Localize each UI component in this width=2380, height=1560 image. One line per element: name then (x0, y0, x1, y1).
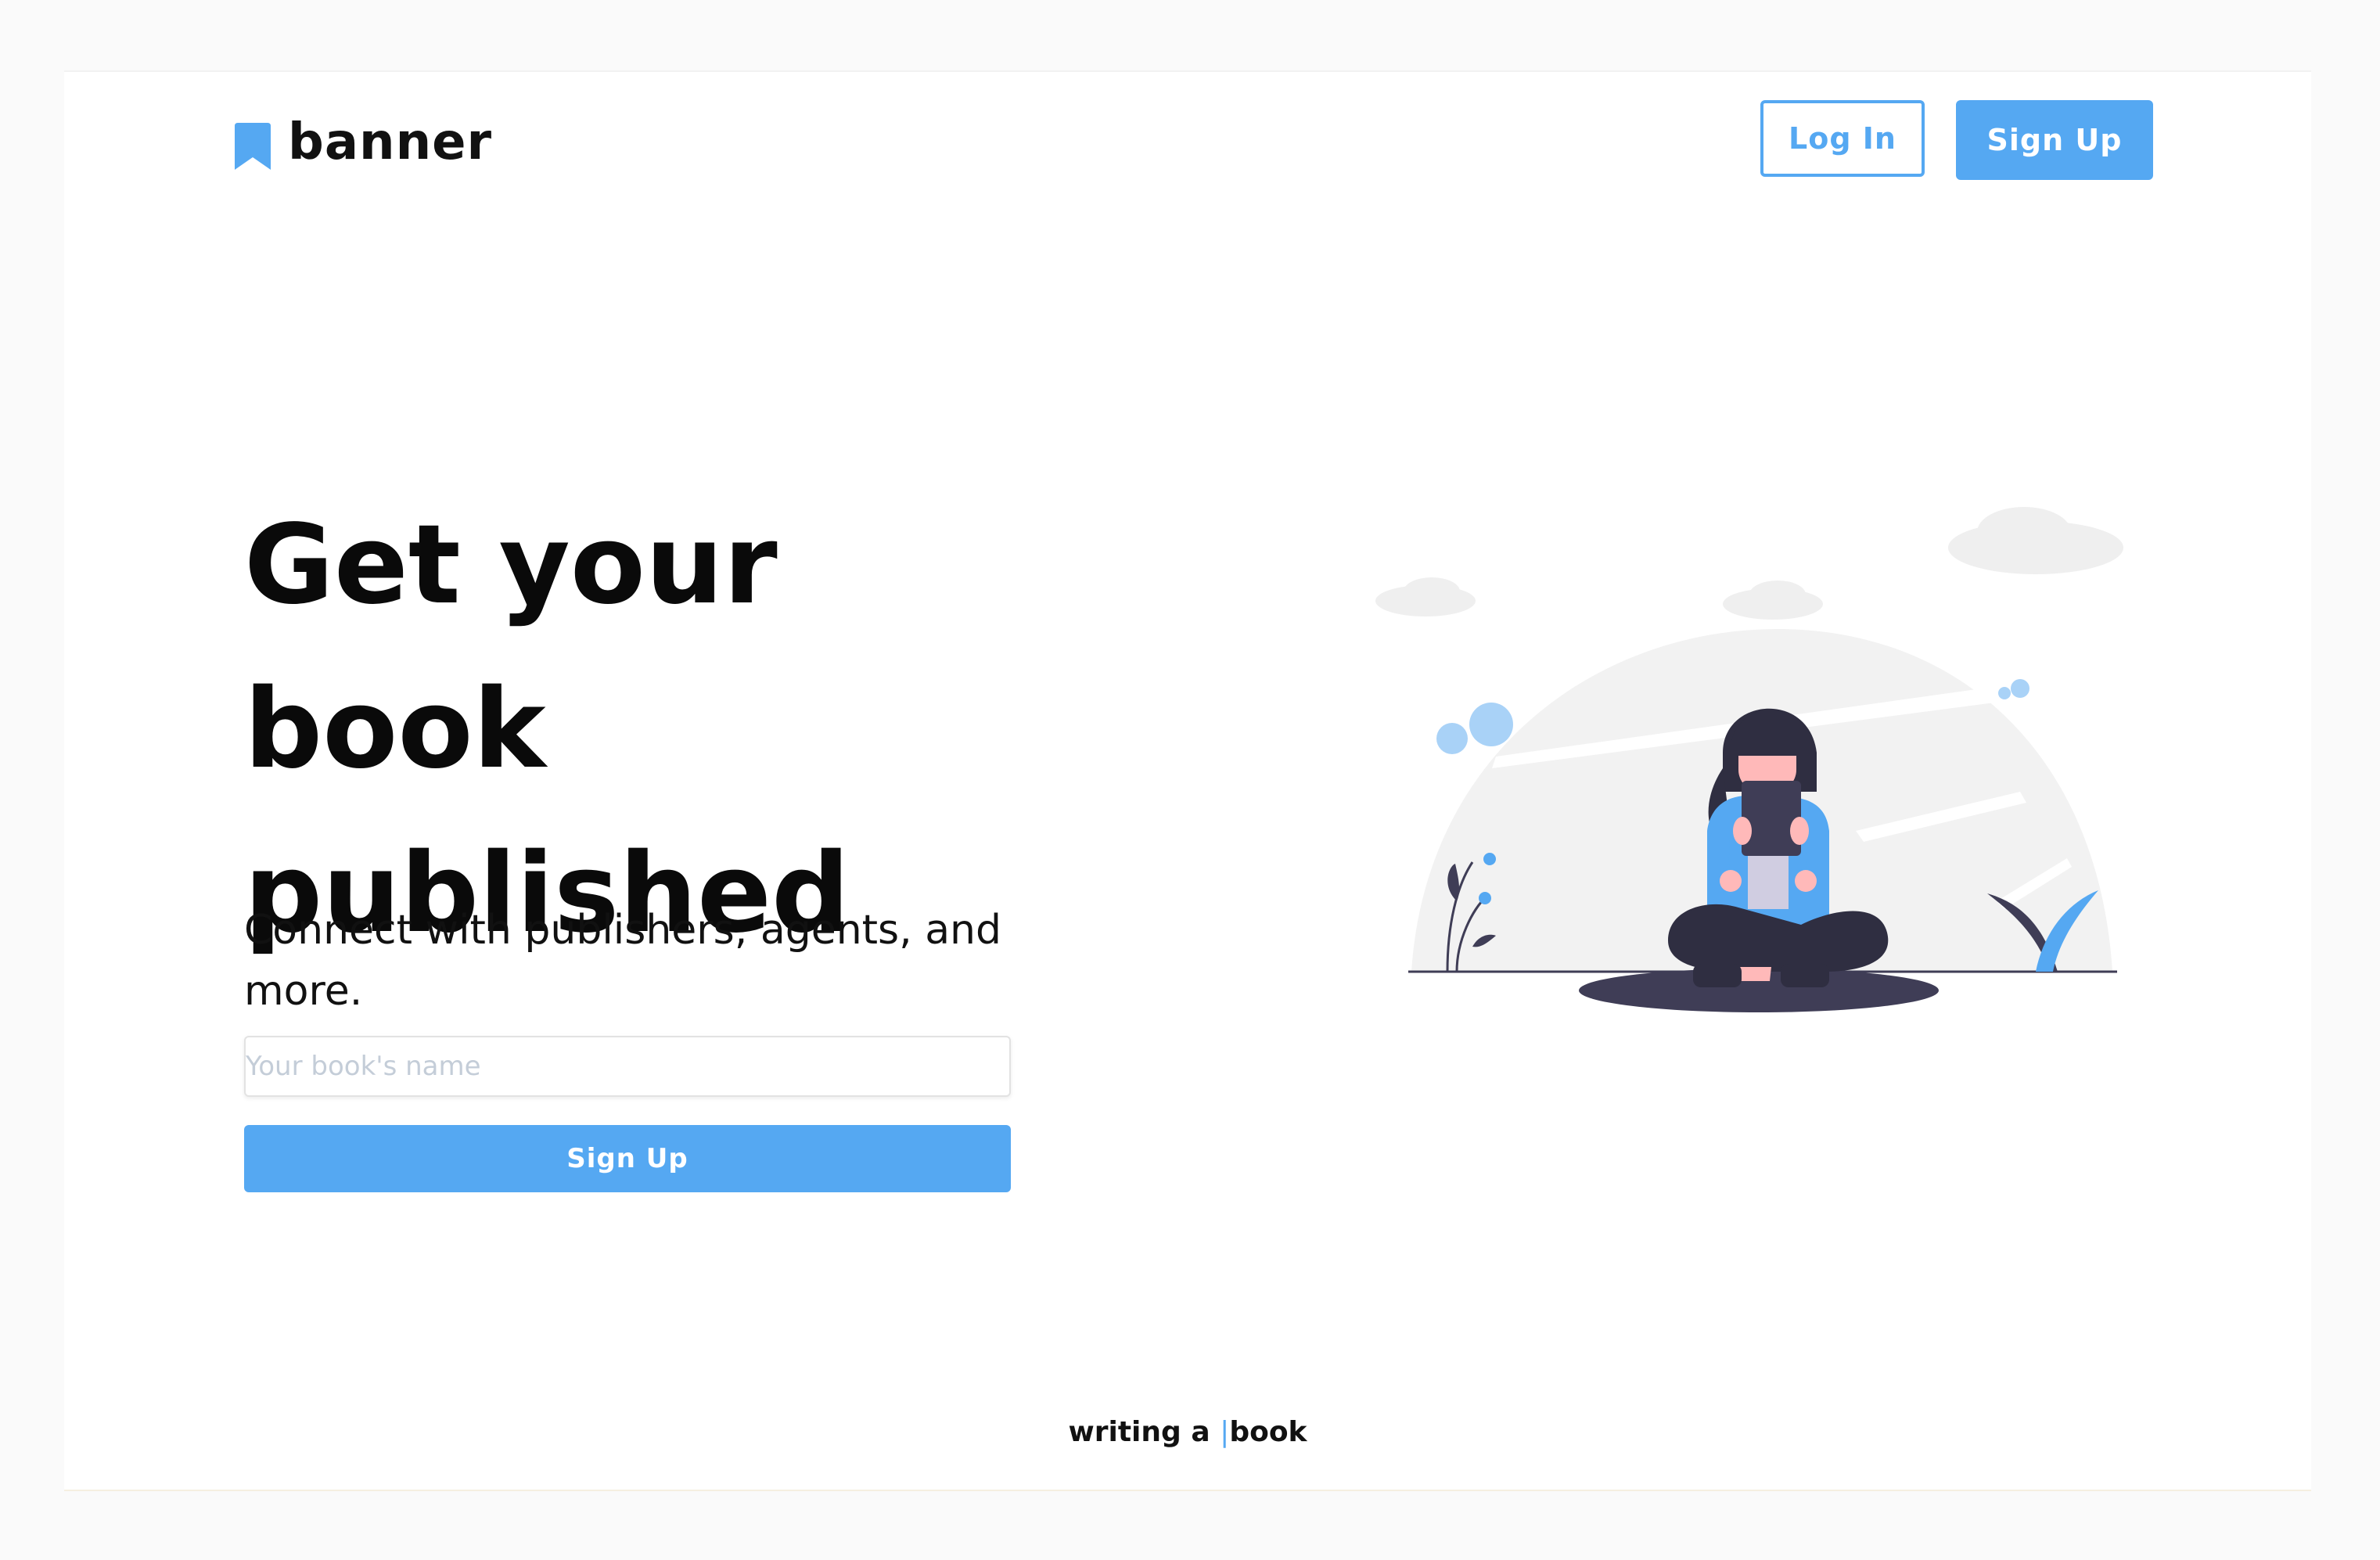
cloud-shapes (1375, 507, 2123, 620)
headline-line: book (244, 666, 546, 793)
brand-name: banner (288, 113, 493, 171)
headline-line: Get your (244, 501, 778, 629)
typing-prefix: writing a (1068, 1416, 1221, 1448)
login-button[interactable]: Log In (1760, 100, 1925, 177)
hero-subtitle: Connect with publishers, agents, and mor… (244, 907, 1002, 1015)
signup-button-header[interactable]: Sign Up (1956, 100, 2153, 180)
app-window: banner Log In Sign Up Get your book publ… (0, 0, 2380, 1560)
text-cursor: | (1220, 1416, 1230, 1448)
woman-reading-tablet-illustration (1375, 507, 2123, 1012)
typing-word: book (1229, 1416, 1307, 1448)
signup-button-hero[interactable]: Sign Up (244, 1125, 1011, 1192)
brand-logo[interactable]: banner (232, 111, 492, 174)
book-name-input[interactable] (244, 1036, 1011, 1097)
landing-page: banner Log In Sign Up Get your book publ… (64, 70, 2311, 1491)
bookmark-icon (235, 123, 271, 170)
typing-tagline: writing a |book (64, 1416, 2311, 1448)
